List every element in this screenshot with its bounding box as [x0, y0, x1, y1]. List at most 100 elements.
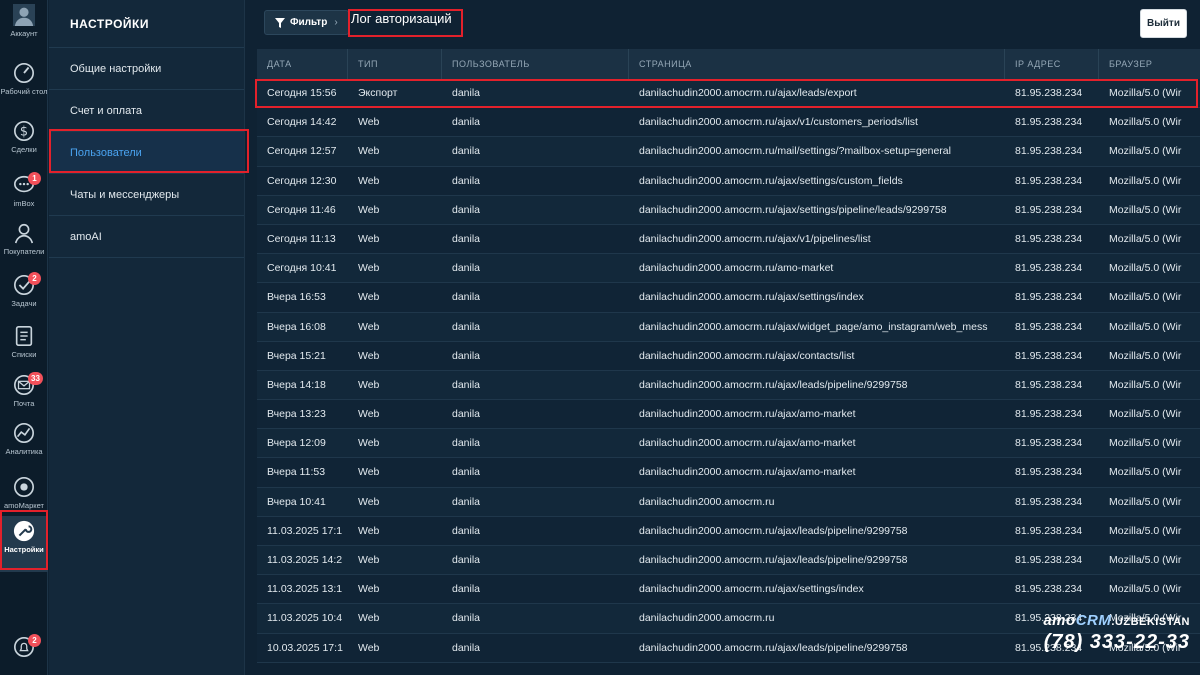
cell-ip: 81.95.238.234	[1015, 583, 1083, 596]
cell-browser: Mozilla/5.0 (Wir	[1109, 524, 1182, 537]
table-row[interactable]: 11.03.2025 13:1 Web danila danilachudin2000…	[257, 575, 1200, 605]
table-row[interactable]: Вчера 12:09 Web danila danilachudin2000.amo…	[257, 429, 1200, 459]
nav-analytics[interactable]: Аналитика	[0, 418, 48, 474]
cell-date: Вчера 16:08	[267, 320, 326, 333]
nav-customers[interactable]: Покупатели	[0, 218, 48, 274]
cell-type: Web	[358, 291, 380, 304]
table-row[interactable]: Сегодня 11:46 Web danila danilachudin2000.a…	[257, 195, 1200, 225]
cell-ip: 81.95.238.234	[1015, 116, 1083, 129]
dollar-icon: $	[14, 121, 34, 141]
cell-date: Вчера 12:09	[267, 437, 326, 450]
cell-type: Web	[358, 203, 380, 216]
nav-settings[interactable]: Настройки	[0, 516, 48, 572]
cell-page: danilachudin2000.amocrm.ru/ajax/amo-mark…	[639, 408, 856, 421]
nav-label: Рабочий стол	[0, 87, 48, 96]
table-row[interactable]: Вчера 11:53 Web danila danilachudin2000.amo…	[257, 458, 1200, 488]
cell-user: danila	[452, 554, 481, 566]
logout-button[interactable]: Выйти	[1140, 9, 1187, 38]
cell-type: Web	[358, 408, 380, 421]
column-header-date[interactable]: ДАТА	[257, 49, 348, 79]
watermark-phone: (78) 333-22-33	[1043, 631, 1190, 653]
cell-ip: 81.95.238.234	[1015, 408, 1083, 421]
filter-label: Фильтр	[290, 17, 328, 28]
cell-browser: Mozilla/5.0 (Wir	[1109, 174, 1182, 187]
notification-badge: 1	[28, 172, 41, 185]
nav-deals[interactable]: $ Сделки	[0, 116, 48, 172]
table-row[interactable]: Сегодня 11:13 Web danila danilachudin2000.a…	[257, 224, 1200, 255]
filter-button[interactable]: Фильтр ›	[264, 10, 349, 35]
main-content: Фильтр › Лог авторизаций Выйти ДАТА ТИП …	[246, 0, 1200, 675]
nav-label: Настройки	[4, 545, 44, 554]
settings-item-general[interactable]: Общие настройки	[49, 48, 244, 90]
cell-ip: 81.95.238.234	[1015, 174, 1083, 187]
cell-user: danila	[452, 320, 481, 333]
table-row[interactable]: 11.03.2025 14:2 Web danila danilachudin2000…	[257, 546, 1200, 576]
settings-item-billing[interactable]: Счет и оплата	[49, 90, 244, 132]
cell-type: Web	[358, 524, 380, 537]
table-body: Сегодня 15:56 Экспорт danila danilachudin20…	[257, 79, 1200, 663]
wrench-icon	[13, 520, 35, 542]
cell-date: Сегодня 14:42	[267, 116, 337, 129]
nav-account[interactable]: Аккаунт	[0, 0, 48, 56]
cell-ip: 81.95.238.234	[1015, 524, 1083, 537]
table-row[interactable]: Вчера 16:08 Web danila danilachudin2000.amo…	[257, 312, 1200, 342]
cell-browser: Mozilla/5.0 (Wir	[1109, 262, 1182, 275]
cell-ip: 81.95.238.234	[1015, 378, 1083, 391]
cell-browser: Mozilla/5.0 (Wir	[1109, 349, 1182, 362]
nav-lists[interactable]: Списки	[0, 321, 48, 377]
cell-date: 10.03.2025 17:1	[267, 641, 343, 654]
cell-browser: Mozilla/5.0 (Wir	[1109, 437, 1182, 450]
column-header-type[interactable]: ТИП	[348, 49, 442, 79]
table-row[interactable]: Вчера 13:23 Web danila danilachudin2000.amo…	[257, 400, 1200, 430]
cell-date: Сегодня 12:57	[267, 145, 337, 158]
table-row[interactable]: Сегодня 14:42 Web danila danilachudin2000.a…	[257, 108, 1200, 138]
cell-user: danila	[452, 466, 481, 479]
cell-user: danila	[452, 203, 481, 216]
cell-page: danilachudin2000.amocrm.ru/ajax/v1/custo…	[639, 116, 918, 129]
column-header-user[interactable]: ПОЛЬЗОВАТЕЛЬ	[442, 49, 629, 79]
cell-page: danilachudin2000.amocrm.ru/ajax/amo-mark…	[639, 466, 856, 479]
cell-type: Web	[358, 466, 380, 479]
cell-browser: Mozilla/5.0 (Wir	[1109, 203, 1182, 216]
customers-icon	[14, 223, 34, 244]
table-row[interactable]: Сегодня 12:57 Web danila danilachudin2000.a…	[257, 137, 1200, 167]
table-row[interactable]: Вчера 15:21 Web danila danilachudin2000.amo…	[257, 341, 1200, 371]
settings-item-amoai[interactable]: amoAI	[49, 216, 244, 258]
cell-date: Вчера 16:53	[267, 291, 326, 304]
main-nav-rail: Аккаунт Рабочий стол $ Сделки 1 imBox По…	[0, 0, 48, 675]
table-row[interactable]: Вчера 14:18 Web danila danilachudin2000.amo…	[257, 370, 1200, 401]
cell-browser: Mozilla/5.0 (Wir	[1109, 408, 1182, 421]
cell-page: danilachudin2000.amocrm.ru/ajax/leads/ex…	[639, 87, 857, 99]
table-row[interactable]: Сегодня 12:30 Web danila danilachudin2000.a…	[257, 166, 1200, 196]
cell-ip: 81.95.238.234	[1015, 262, 1083, 275]
cell-page: danilachudin2000.amocrm.ru/ajax/settings…	[639, 291, 864, 304]
settings-item-users[interactable]: Пользователи	[49, 132, 244, 174]
column-header-page[interactable]: СТРАНИЦА	[629, 49, 1005, 79]
table-row[interactable]: Сегодня 15:56 Экспорт danila danilachudin20…	[257, 79, 1200, 109]
cell-ip: 81.95.238.234	[1015, 320, 1083, 333]
notification-badge: 2	[28, 634, 41, 647]
nav-label: amoМаркет	[4, 501, 44, 510]
table-row[interactable]: Сегодня 10:41 Web danila danilachudin2000.a…	[257, 254, 1200, 284]
cell-page: danilachudin2000.amocrm.ru	[639, 612, 775, 625]
column-header-ip[interactable]: IP АДРЕС	[1005, 49, 1099, 79]
app-root: Аккаунт Рабочий стол $ Сделки 1 imBox По…	[0, 0, 1200, 675]
table-row[interactable]: Вчера 10:41 Web danila danilachudin2000.amo…	[257, 487, 1200, 517]
cell-user: danila	[452, 583, 481, 596]
nav-tasks[interactable]: 2 Задачи	[0, 270, 48, 326]
table-row[interactable]: Вчера 16:53 Web danila danilachudin2000.amo…	[257, 283, 1200, 313]
nav-dashboard[interactable]: Рабочий стол	[0, 58, 48, 114]
nav-notifications[interactable]: 2	[0, 632, 48, 675]
settings-item-chats[interactable]: Чаты и мессенджеры	[49, 174, 244, 216]
cell-user: danila	[452, 174, 481, 187]
cell-browser: Mozilla/5.0 (Wir	[1109, 291, 1182, 304]
cell-ip: 81.95.238.234	[1015, 554, 1083, 566]
cell-date: Сегодня 15:56	[267, 87, 337, 99]
cell-date: 11.03.2025 13:1	[267, 583, 343, 596]
column-header-browser[interactable]: БРАУЗЕР	[1099, 49, 1200, 79]
top-bar: Фильтр › Лог авторизаций Выйти	[246, 0, 1200, 46]
cell-page: danilachudin2000.amocrm.ru/mail/settings…	[639, 145, 951, 158]
table-row[interactable]: 11.03.2025 17:1 Web danila danilachudin2000…	[257, 516, 1200, 546]
cell-browser: Mozilla/5.0 (Wir	[1109, 320, 1182, 333]
list-icon	[15, 326, 33, 346]
